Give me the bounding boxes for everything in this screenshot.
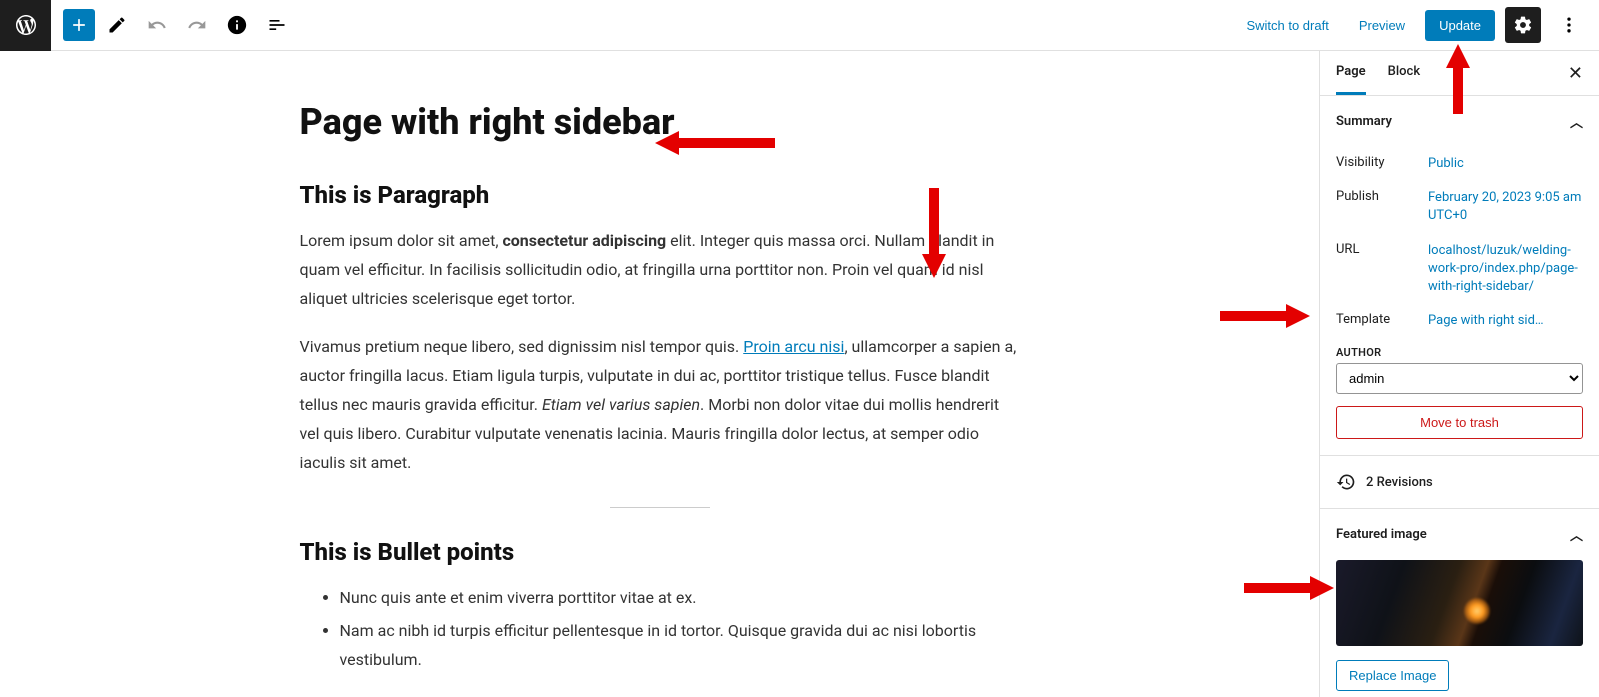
visibility-value[interactable]: Public [1428, 155, 1583, 173]
visibility-label: Visibility [1336, 155, 1428, 170]
chevron-up-icon: ︿ [1570, 525, 1583, 544]
editor-canvas[interactable]: Page with right sidebar This is Paragrap… [0, 51, 1319, 697]
wordpress-logo[interactable] [0, 0, 51, 51]
preview-button[interactable]: Preview [1349, 12, 1415, 39]
more-options-button[interactable] [1551, 7, 1587, 43]
redo-button[interactable] [179, 7, 215, 43]
paragraph-block[interactable]: Lorem ipsum dolor sit amet, consectetur … [300, 227, 1020, 313]
undo-button[interactable] [139, 7, 175, 43]
publish-value[interactable]: February 20, 2023 9:05 am UTC+0 [1428, 189, 1583, 225]
template-value[interactable]: Page with right sid… [1428, 312, 1583, 330]
replace-image-button[interactable]: Replace Image [1336, 660, 1449, 691]
summary-panel-header[interactable]: Summary ︿ [1320, 96, 1599, 147]
close-sidebar-button[interactable]: ✕ [1568, 63, 1583, 84]
author-label: AUTHOR [1336, 346, 1583, 359]
details-button[interactable] [219, 7, 255, 43]
tab-block[interactable]: Block [1388, 51, 1420, 95]
settings-sidebar: Page Block ✕ Summary ︿ Visibility Public… [1319, 51, 1599, 697]
revisions-button[interactable]: 2 Revisions [1320, 456, 1599, 509]
page-title[interactable]: Page with right sidebar [300, 101, 1020, 143]
list-view-button[interactable] [259, 7, 295, 43]
heading-bullets[interactable]: This is Bullet points [300, 538, 1020, 566]
list-item[interactable]: Nam ac nibh id turpis efficitur pellente… [340, 617, 1020, 675]
author-select[interactable]: admin [1336, 363, 1583, 394]
template-label: Template [1336, 312, 1428, 327]
chevron-up-icon: ︿ [1570, 112, 1583, 131]
update-button[interactable]: Update [1425, 10, 1495, 41]
add-block-button[interactable] [63, 9, 95, 41]
heading-paragraph[interactable]: This is Paragraph [300, 181, 1020, 209]
move-to-trash-button[interactable]: Move to trash [1336, 406, 1583, 439]
inline-link[interactable]: Proin arcu nisi [743, 337, 844, 356]
list-block[interactable]: Nunc quis ante et enim viverra porttitor… [300, 584, 1020, 674]
switch-to-draft-button[interactable]: Switch to draft [1236, 12, 1338, 39]
featured-image-thumbnail[interactable] [1336, 560, 1583, 646]
featured-image-panel-header[interactable]: Featured image ︿ [1320, 509, 1599, 560]
history-icon [1336, 472, 1356, 492]
list-item[interactable]: Nunc quis ante et enim viverra porttitor… [340, 584, 1020, 613]
publish-label: Publish [1336, 189, 1428, 204]
separator-block[interactable] [610, 507, 710, 508]
settings-button[interactable] [1505, 7, 1541, 43]
edit-mode-button[interactable] [99, 7, 135, 43]
url-label: URL [1336, 242, 1428, 257]
url-value[interactable]: localhost/luzuk/welding-work-pro/index.p… [1428, 242, 1583, 297]
tab-page[interactable]: Page [1336, 51, 1366, 95]
paragraph-block[interactable]: Vivamus pretium neque libero, sed dignis… [300, 333, 1020, 477]
